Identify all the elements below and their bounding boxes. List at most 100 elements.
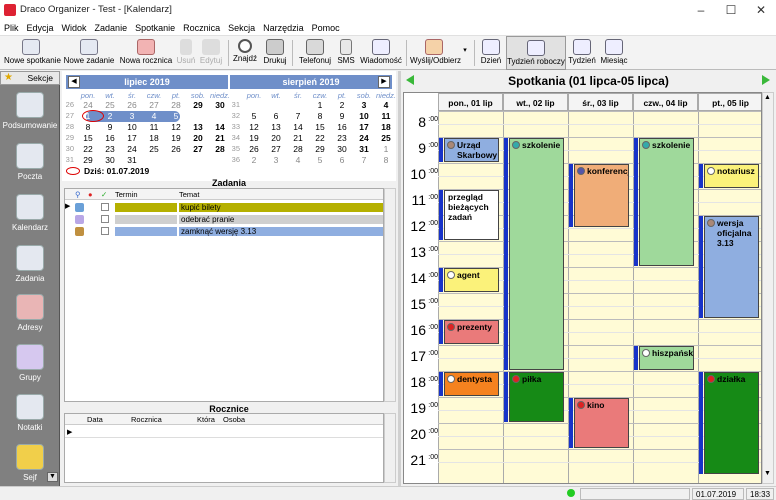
calendar-day[interactable]: 4 [376, 100, 396, 111]
calendar-day[interactable]: 25 [144, 144, 164, 155]
maximize-button[interactable]: ☐ [716, 0, 746, 20]
calendar-day[interactable]: 31 [354, 144, 374, 155]
scroll-down-icon[interactable]: ▼ [764, 470, 771, 477]
send-dropdown[interactable]: ▾ [460, 36, 470, 70]
next-week-arrow-icon[interactable] [762, 75, 770, 85]
minimize-button[interactable]: – [686, 0, 716, 20]
event-block[interactable]: wersja oficjalna 3.13 [704, 216, 759, 318]
calendar-day[interactable]: 8 [310, 111, 330, 122]
calendar-day[interactable]: 21 [288, 133, 308, 144]
day-header[interactable]: pt., 05 lip [698, 93, 761, 111]
calendar-day[interactable]: 24 [122, 144, 142, 155]
calendar-day[interactable]: 7 [288, 111, 308, 122]
menu-rocznica[interactable]: Rocznica [179, 20, 224, 36]
event-block[interactable]: konferencja [574, 164, 629, 227]
scroll-up-icon[interactable]: ▲ [764, 94, 771, 101]
calendar-day[interactable]: 16 [100, 133, 120, 144]
calendar-day[interactable]: 10 [122, 122, 142, 133]
event-block[interactable]: hiszpański [639, 346, 694, 370]
calendar-day[interactable]: 28 [166, 100, 186, 111]
sidebar-scroll-button[interactable]: ▼ [47, 472, 58, 482]
menu-widok[interactable]: Widok [58, 20, 91, 36]
menu-zadanie[interactable]: Zadanie [91, 20, 132, 36]
calendar-day[interactable]: 10 [354, 111, 374, 122]
event-block[interactable]: szkolenie [509, 138, 564, 370]
close-button[interactable]: ✕ [746, 0, 776, 20]
calendar-day[interactable]: 29 [78, 155, 98, 166]
sidebar-item-notes[interactable]: Notatki [0, 394, 60, 432]
col-ktora[interactable]: Która [197, 415, 215, 424]
calendar-day[interactable]: 29 [310, 144, 330, 155]
day-header[interactable]: czw., 04 lip [633, 93, 698, 111]
calendar-day[interactable]: 27 [144, 100, 164, 111]
calendar-day[interactable]: 6 [332, 155, 352, 166]
event-block[interactable]: kino [574, 398, 629, 448]
view-month-button[interactable]: Miesiąc [598, 36, 630, 70]
event-block[interactable]: Urząd Skarbowy [444, 138, 499, 162]
today-link[interactable]: Dziś: 01.07.2019 [84, 166, 149, 176]
calendar-day[interactable]: 29 [188, 100, 208, 111]
calendar-day[interactable]: 4 [144, 111, 164, 122]
calendar-day[interactable]: 6 [266, 111, 286, 122]
calendar-day[interactable]: 12 [244, 122, 264, 133]
calendar-day[interactable]: 16 [332, 122, 352, 133]
calendar-day[interactable]: 17 [122, 133, 142, 144]
event-block[interactable]: agent [444, 268, 499, 292]
task-row[interactable]: zamknąć wersję 3.13 [65, 226, 383, 237]
task-done-checkbox[interactable] [101, 227, 109, 235]
calendar-day[interactable]: 7 [210, 111, 230, 122]
phone-button[interactable]: Telefonuj [296, 36, 334, 70]
calendar-day[interactable]: 31 [122, 155, 142, 166]
find-button[interactable]: Znajdź [232, 36, 258, 70]
event-block[interactable]: dentysta [444, 372, 499, 396]
calendar-day[interactable]: 18 [376, 122, 396, 133]
calendar-day[interactable]: 3 [122, 111, 142, 122]
calendar-day[interactable]: 20 [188, 133, 208, 144]
new-appointment-button[interactable]: Nowe spotkanie [4, 36, 61, 70]
calendar-day[interactable]: 11 [376, 111, 396, 122]
event-block[interactable]: prezenty [444, 320, 499, 344]
calendar-day[interactable]: 26 [166, 144, 186, 155]
menu-edycja[interactable]: Edycja [23, 20, 58, 36]
calendar-day[interactable]: 8 [78, 122, 98, 133]
view-week-button[interactable]: Tydzień [568, 36, 596, 70]
calendar-day[interactable]: 28 [210, 144, 230, 155]
calendar-day[interactable]: 22 [310, 133, 330, 144]
calendar-day[interactable]: 9 [332, 111, 352, 122]
sidebar-item-groups[interactable]: Grupy [0, 344, 60, 382]
view-day-button[interactable]: Dzień [478, 36, 504, 70]
calendar-day[interactable]: 19 [166, 133, 186, 144]
calendar-day[interactable]: 5 [166, 111, 186, 122]
event-block[interactable]: piłka [509, 372, 564, 422]
menu-sekcja[interactable]: Sekcja [224, 20, 259, 36]
event-block[interactable]: przegląd bieżących zadań [444, 190, 499, 240]
calendar-day[interactable]: 30 [210, 100, 230, 111]
menu-pomoc[interactable]: Pomoc [308, 20, 344, 36]
calendar-day[interactable]: 24 [354, 133, 374, 144]
calendar-day[interactable]: 1 [376, 144, 396, 155]
day-header[interactable]: śr., 03 lip [568, 93, 633, 111]
type-col-icon[interactable]: ⚲ [75, 190, 81, 199]
col-temat[interactable]: Temat [179, 190, 199, 199]
calendar-day[interactable]: 4 [288, 155, 308, 166]
event-block[interactable]: szkolenie [639, 138, 694, 266]
calendar-day[interactable]: 9 [100, 122, 120, 133]
pane-splitter[interactable] [398, 71, 401, 486]
calendar-day[interactable]: 14 [210, 122, 230, 133]
calendar-day[interactable]: 27 [188, 144, 208, 155]
task-row[interactable]: odebrać pranie [65, 214, 383, 225]
menu-narzedzia[interactable]: Narzędzia [259, 20, 308, 36]
calendar-day[interactable]: 18 [144, 133, 164, 144]
anniversaries-scrollbar[interactable] [384, 413, 396, 483]
task-row[interactable]: ▶ kupić bilety [65, 202, 383, 213]
sidebar-item-tasks[interactable]: Zadania [0, 245, 60, 283]
sidebar-item-calendar[interactable]: Kalendarz [0, 194, 60, 232]
calendar-day[interactable]: 5 [310, 155, 330, 166]
calendar-day[interactable]: 28 [288, 144, 308, 155]
calendar-day[interactable]: 13 [188, 122, 208, 133]
calendar-day[interactable]: 25 [376, 133, 396, 144]
view-workweek-button[interactable]: Tydzień roboczy [506, 36, 566, 70]
new-anniversary-button[interactable]: Nowa rocznica [118, 36, 174, 70]
day-header[interactable]: wt., 02 lip [503, 93, 568, 111]
schedule-scrollbar[interactable]: ▲ ▼ [762, 92, 774, 484]
